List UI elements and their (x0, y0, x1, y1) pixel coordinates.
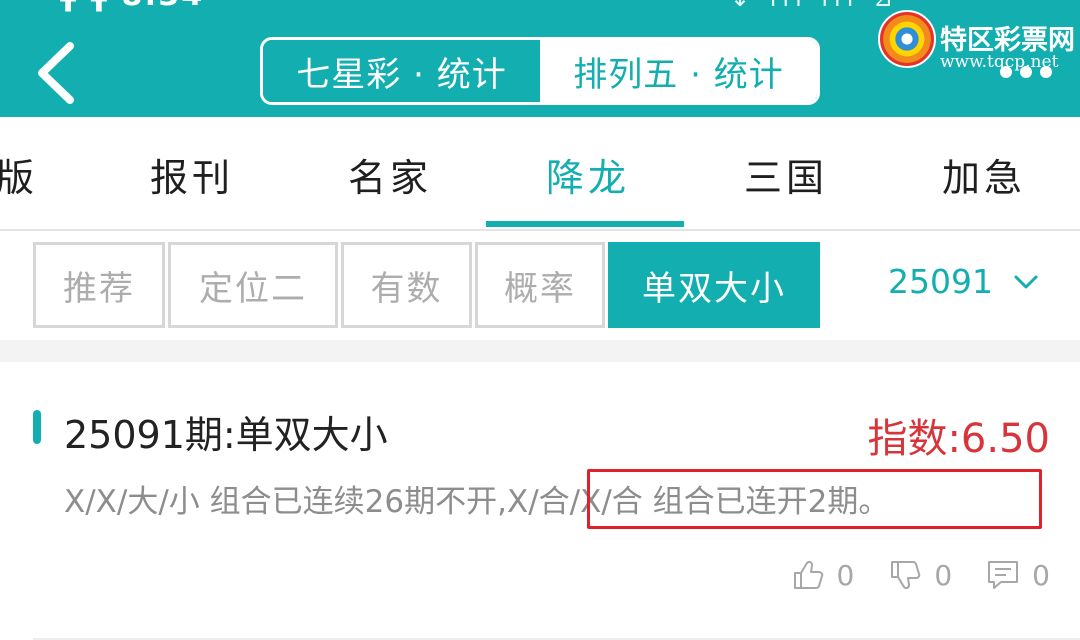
like-button[interactable]: 0 (791, 558, 855, 592)
highlight-annotation (587, 469, 1042, 529)
top-bar: ǂ ǂ 8:34 ⇣ ııı ııı ⊿ 七星彩 · 统计 排列五 · 统计 特… (0, 0, 1080, 117)
title-accent (33, 410, 41, 444)
subtab-gailv[interactable]: 概率 (475, 242, 605, 328)
active-tab-indicator (486, 221, 684, 227)
category-tabs: 版 报刊 名家 降龙 三国 加急 (0, 117, 1080, 230)
subtab-danshuangdaxiao[interactable]: 单双大小 (608, 242, 820, 328)
subtab-youshu[interactable]: 有数 (341, 242, 472, 328)
card-actions: 0 0 0 (791, 558, 1050, 592)
issue-number: 25091 (888, 262, 993, 301)
card-title: 25091期:单双大小 (64, 413, 388, 457)
segment-pailiewu[interactable]: 排列五 · 统计 (540, 40, 817, 102)
segment-qixingcai[interactable]: 七星彩 · 统计 (263, 40, 540, 102)
tab-jiaji[interactable]: 加急 (942, 147, 1026, 202)
like-count: 0 (836, 558, 855, 592)
dislike-count: 0 (934, 558, 953, 592)
thumbs-down-icon (891, 561, 921, 590)
section-gap (0, 340, 1080, 362)
status-time: ǂ ǂ 8:34 (60, 0, 204, 13)
chevron-left-icon (38, 42, 74, 104)
dislike-button[interactable]: 0 (888, 558, 952, 592)
prediction-card[interactable]: 25091期:单双大小 指数:6.50 X/X/大/小 组合已连续26期不开,X… (0, 362, 1080, 640)
desc-plain: X/X/大/小 组合已连续26期不开, (64, 484, 507, 520)
brand-logo-icon (878, 10, 936, 68)
sub-tabs: 推荐 定位二 有数 概率 单双大小 (33, 242, 823, 328)
tab-ban[interactable]: 版 (0, 147, 38, 202)
comment-icon (988, 561, 1019, 589)
tab-baokan[interactable]: 报刊 (150, 147, 234, 202)
status-icons: ⇣ ııı ııı ⊿ (730, 0, 899, 12)
index-value: 指数:6.50 (867, 416, 1050, 462)
lottery-switch: 七星彩 · 统计 排列五 · 统计 (260, 37, 820, 105)
issue-select[interactable]: 25091 (888, 262, 1039, 301)
comment-count: 0 (1032, 558, 1050, 592)
watermark-brand: 特区彩票网 www.tqcp.net (878, 10, 1078, 110)
tab-xianglong[interactable]: 降龙 (546, 147, 630, 202)
more-dots-icon[interactable] (1000, 66, 1052, 78)
thumbs-up-icon (793, 560, 823, 589)
comment-button[interactable]: 0 (986, 558, 1050, 592)
chevron-down-icon (1014, 275, 1038, 288)
tab-mingjia[interactable]: 名家 (348, 147, 432, 202)
subtab-dingweier[interactable]: 定位二 (168, 242, 338, 328)
subtab-tuijian[interactable]: 推荐 (33, 242, 165, 328)
tab-sanguo[interactable]: 三国 (744, 147, 828, 202)
divider (0, 229, 1080, 231)
back-button[interactable] (30, 38, 86, 108)
